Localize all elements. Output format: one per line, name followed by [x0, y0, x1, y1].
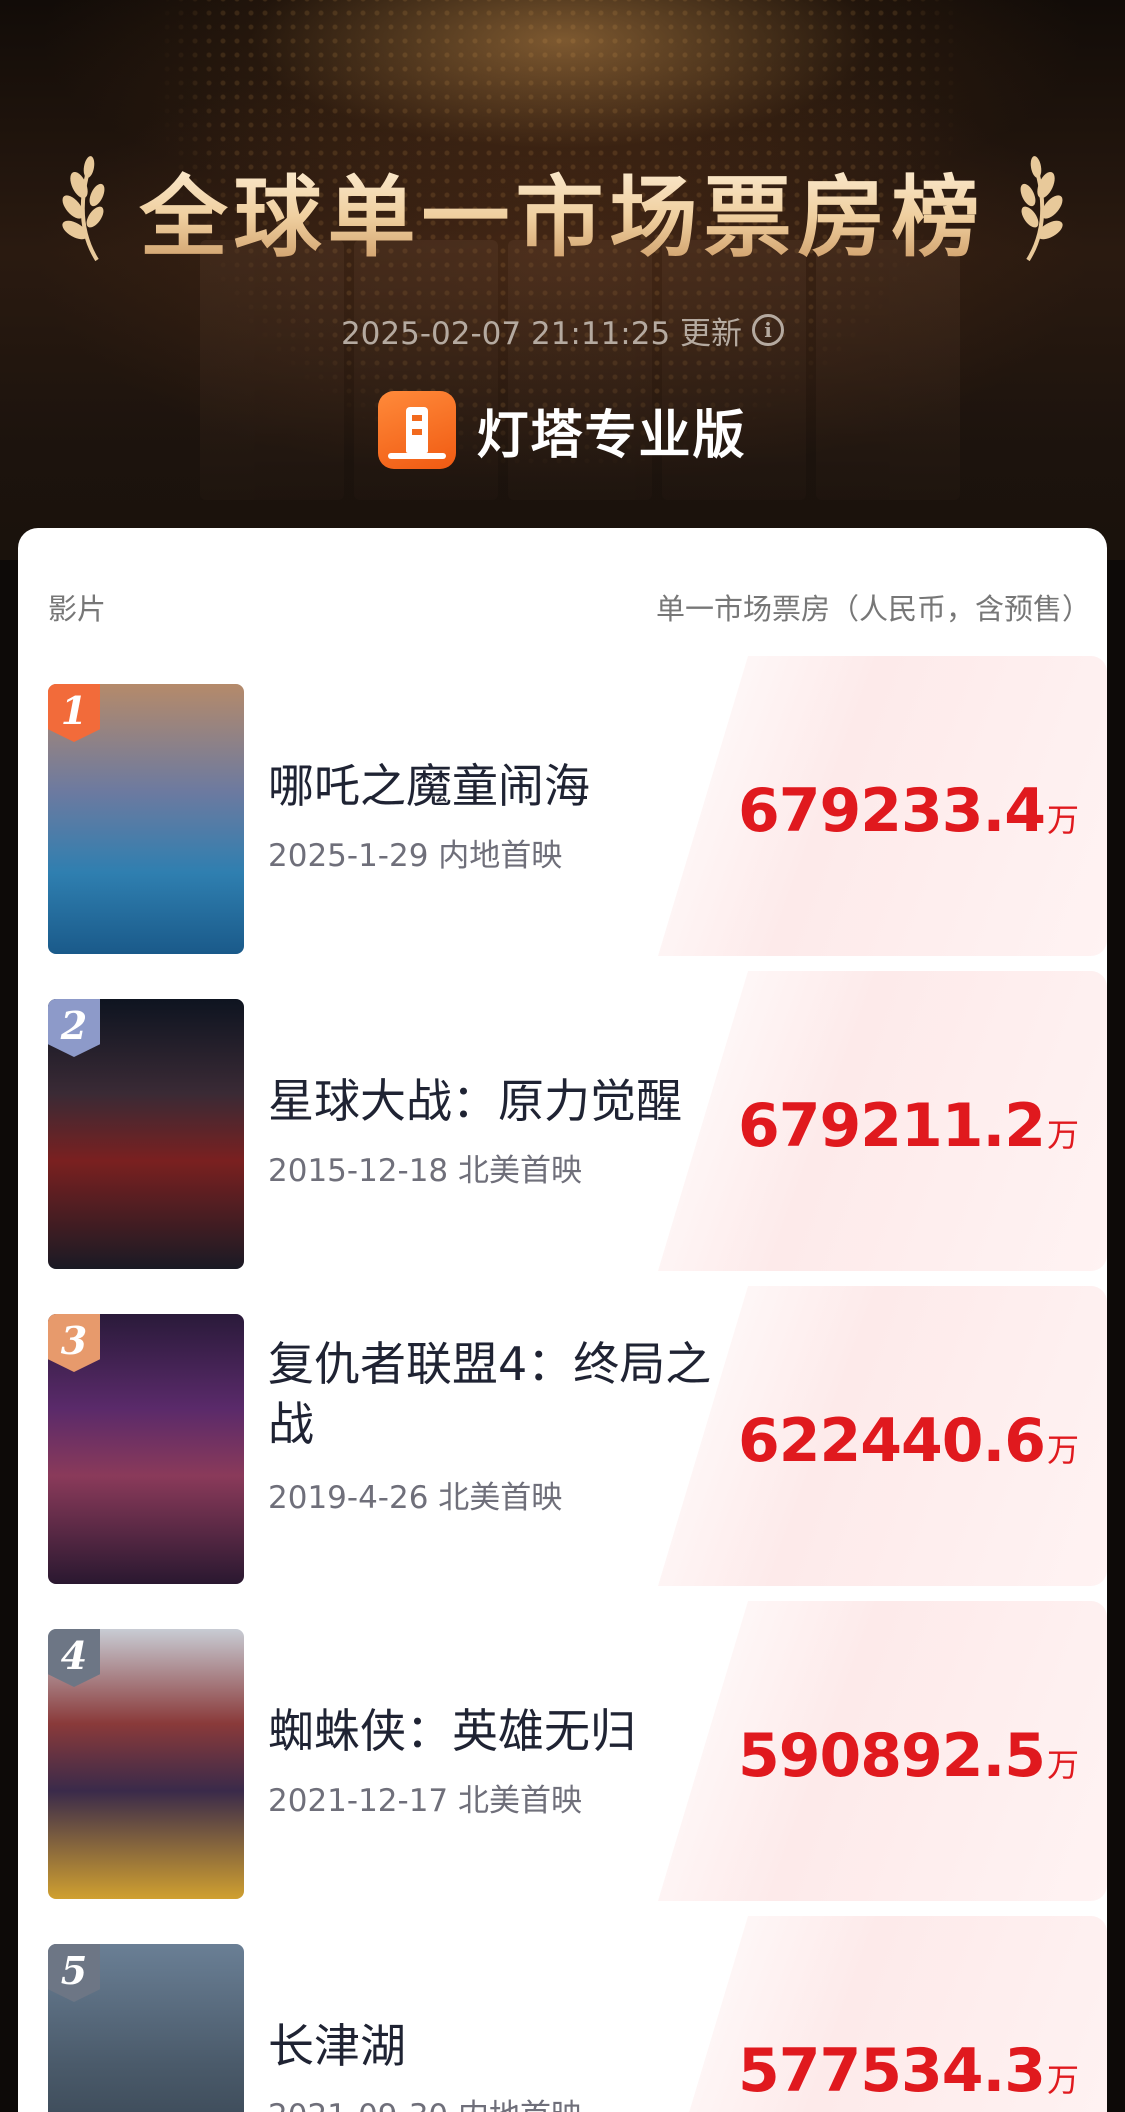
movie-poster: 3 — [48, 1314, 244, 1584]
box-office: 622440.6 万 — [738, 1406, 1079, 1476]
movie-date: 2025-1-29 内地首映 — [268, 838, 563, 874]
list-item-1[interactable]: 1 哪吒之魔童闹海 2025-1-29 内地首映 679233.4 万 — [18, 656, 1107, 956]
movie-date: 2019-4-26 北美首映 — [268, 1480, 563, 1516]
movie-title: 星球大战：原力觉醒 — [268, 1074, 682, 1128]
column-film: 影片 — [48, 592, 107, 626]
brand: 灯塔专业版 — [0, 390, 1125, 470]
list-item-3[interactable]: 3 复仇者联盟4：终局之战 2019-4-26 北美首映 622440.6 万 — [18, 1286, 1107, 1586]
header-banner: 全球单一市场票房榜 2025-02-07 21:11:25 更新 i 灯塔专业版 — [0, 0, 1125, 560]
box-office-value: 679233.4 — [737, 776, 1046, 846]
rank-badge: 4 — [48, 1629, 100, 1687]
list-item-2[interactable]: 2 星球大战：原力觉醒 2015-12-18 北美首映 679211.2 万 — [18, 971, 1107, 1271]
box-office-unit: 万 — [1046, 1431, 1079, 1469]
movie-poster: 5 — [48, 1944, 244, 2112]
box-office-value: 679211.2 — [737, 1091, 1046, 1161]
box-office-unit: 万 — [1046, 1746, 1079, 1784]
list-item-4[interactable]: 4 蜘蛛侠：英雄无归 2021-12-17 北美首映 590892.5 万 — [18, 1601, 1107, 1901]
rank-badge: 3 — [48, 1314, 100, 1372]
update-time-text: 2025-02-07 21:11:25 更新 — [340, 315, 743, 352]
rank-badge: 2 — [48, 999, 100, 1057]
movie-title: 哪吒之魔童闹海 — [268, 759, 590, 813]
box-office: 679211.2 万 — [738, 1091, 1079, 1161]
title-row: 全球单一市场票房榜 — [0, 150, 1125, 270]
ranking-card: 影片 单一市场票房（人民币，含预售） 1 哪吒之魔童闹海 2025-1-29 内… — [18, 528, 1107, 2112]
box-office-value: 590892.5 — [737, 1721, 1046, 1791]
laurel-left-icon — [62, 156, 105, 262]
box-office: 590892.5 万 — [738, 1721, 1079, 1791]
info-icon[interactable]: i — [752, 314, 785, 346]
page-title: 全球单一市场票房榜 — [139, 147, 985, 274]
movie-date: 2015-12-18 北美首映 — [268, 1153, 583, 1189]
movie-date: 2021-12-17 北美首映 — [268, 1783, 583, 1819]
movie-poster: 4 — [48, 1629, 244, 1899]
movie-poster: 2 — [48, 999, 244, 1269]
box-office-value: 577534.3 — [737, 2036, 1046, 2106]
box-office: 577534.3 万 — [738, 2036, 1079, 2106]
movie-poster: 1 — [48, 684, 244, 954]
lighthouse-logo-icon — [378, 391, 457, 469]
brand-name: 灯塔专业版 — [476, 405, 747, 466]
column-gross: 单一市场票房（人民币，含预售） — [655, 592, 1091, 626]
box-office-unit: 万 — [1046, 1116, 1079, 1154]
box-office-unit: 万 — [1046, 801, 1079, 839]
box-office-value: 622440.6 — [737, 1406, 1046, 1476]
column-header: 影片 单一市场票房（人民币，含预售） — [18, 586, 1107, 630]
movie-title: 复仇者联盟4：终局之战 — [268, 1337, 712, 1451]
movie-title: 蜘蛛侠：英雄无归 — [268, 1704, 636, 1758]
list-item-5[interactable]: 5 长津湖 2021-09-30 内地首映 577534.3 万 — [18, 1916, 1107, 2112]
update-time: 2025-02-07 21:11:25 更新 i — [0, 305, 1125, 355]
movie-title: 长津湖 — [268, 2019, 406, 2073]
laurel-right-icon — [1020, 156, 1063, 262]
box-office: 679233.4 万 — [738, 776, 1079, 846]
box-office-unit: 万 — [1046, 2061, 1079, 2099]
movie-date: 2021-09-30 内地首映 — [268, 2090, 738, 2112]
rank-badge: 1 — [48, 684, 100, 742]
rank-badge: 5 — [48, 1944, 100, 2002]
